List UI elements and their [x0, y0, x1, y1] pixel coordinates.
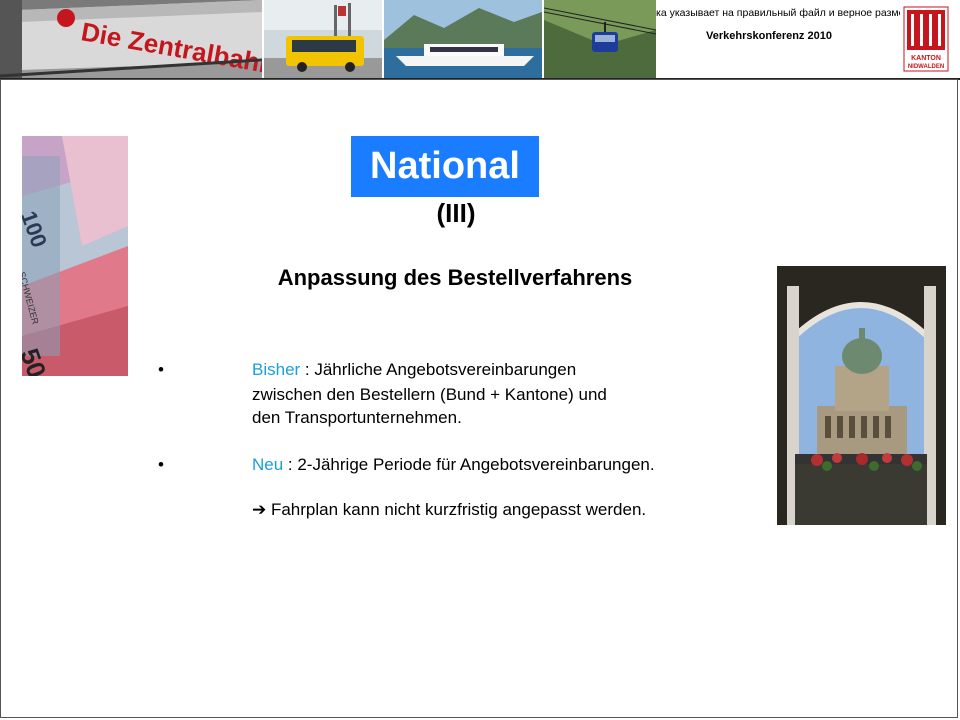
boat-photo: [384, 0, 542, 78]
bullet-text: : 2-Jährige Periode für Angebotsvereinba…: [283, 455, 655, 474]
logo-line2: NIDWALDEN: [908, 64, 944, 70]
logo-line1: KANTON: [911, 55, 941, 62]
bullet-text: : Jährliche Angebotsvereinbarungen: [300, 360, 577, 379]
slide-subtitle: Anpassung des Bestellverfahrens: [277, 265, 633, 290]
bullet-line: den Transportunternehmen.: [252, 408, 462, 427]
bullet-marker: •: [158, 360, 164, 379]
postbus-photo: [264, 0, 382, 78]
cablecar-photo: [544, 0, 656, 78]
bullet-marker: •: [158, 455, 164, 474]
arrow-text: Fahrplan kann nicht kurzfristig angepass…: [266, 500, 647, 519]
bullet-line: zwischen den Bestellern (Bund + Kantone)…: [252, 385, 607, 404]
nidwalden-logo: KANTON NIDWALDEN: [903, 6, 949, 72]
arrow-icon: ➔: [252, 500, 267, 519]
bullet-line: Neu : 2-Jährige Periode für Angebotsvere…: [252, 455, 655, 475]
train-photo: Die Zentralbahn.: [0, 0, 262, 78]
bullet-line: Bisher : Jährliche Angebotsvereinbarunge…: [252, 360, 576, 380]
parliament-window-image: [777, 266, 946, 525]
bullet-label-bisher: Bisher: [252, 360, 301, 379]
section-numeral: (III): [436, 198, 476, 228]
banknotes-image: 100 SCHWEIZER 50: [22, 136, 128, 376]
broken-link-message: ка указывает на правильный файл и верное…: [656, 7, 900, 19]
header-banner: Die Zentralbahn. ка указывает на правиль…: [0, 0, 960, 80]
arrow-line: ➔ Fahrplan kann nicht kurzfristig angepa…: [252, 500, 646, 520]
bullet-label-neu: Neu: [252, 455, 284, 474]
conference-title: Verkehrskonferenz 2010: [706, 30, 832, 42]
title-box: National: [351, 136, 539, 197]
slide-title: National: [370, 145, 520, 187]
